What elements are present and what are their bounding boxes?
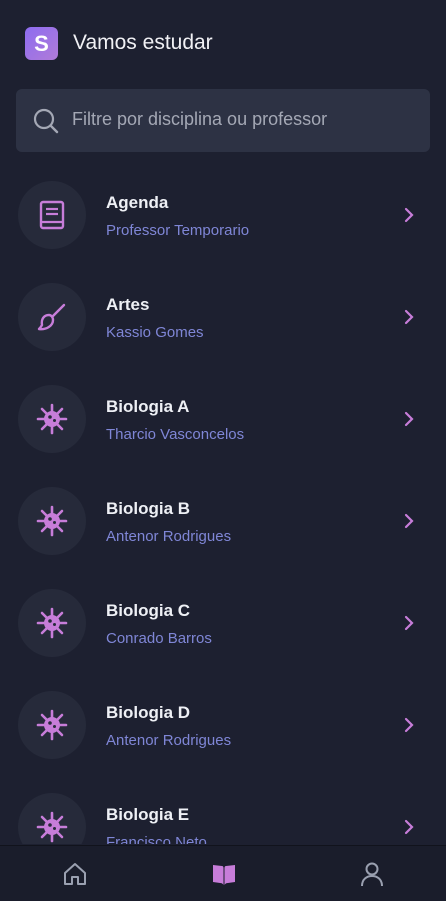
page-title: Vamos estudar <box>73 31 213 54</box>
tab-profile[interactable] <box>342 846 402 901</box>
list-item[interactable]: Biologia D Antenor Rodrigues <box>0 674 446 776</box>
subject-name: Artes <box>106 295 150 314</box>
teacher-name: Kassio Gomes <box>106 324 204 341</box>
bottom-tab-bar <box>0 845 446 901</box>
subject-icon-circle <box>18 793 86 844</box>
tab-subjects[interactable] <box>194 846 254 901</box>
subject-name: Biologia A <box>106 397 190 416</box>
subject-icon-circle <box>18 589 86 657</box>
teacher-name: Antenor Rodrigues <box>106 732 232 749</box>
list-item[interactable]: Biologia A Tharcio Vasconcelos <box>0 368 446 470</box>
subject-icon-circle <box>18 691 86 759</box>
chevron-right-icon <box>404 411 414 427</box>
search-placeholder: Filtre por disciplina ou professor <box>72 109 328 129</box>
subject-icon-circle <box>18 283 86 351</box>
tab-home[interactable] <box>45 846 105 901</box>
chevron-right-icon <box>404 513 414 529</box>
chevron-right-icon <box>404 309 414 325</box>
search-icon <box>33 108 59 134</box>
subject-name: Biologia B <box>106 499 191 518</box>
list-item[interactable]: Artes Kassio Gomes <box>0 266 446 368</box>
list-item[interactable]: Biologia E Francisco Neto <box>0 776 446 844</box>
subject-name: Biologia E <box>106 805 190 824</box>
virus-icon <box>36 811 68 843</box>
subject-icon-circle <box>18 487 86 555</box>
virus-icon <box>36 709 68 741</box>
teacher-name: Francisco Neto <box>106 834 207 844</box>
subject-icon-circle <box>18 181 86 249</box>
teacher-name: Tharcio Vasconcelos <box>106 426 245 443</box>
subject-list[interactable]: Agenda Professor Temporario Artes Kassio… <box>0 164 446 844</box>
paintbrush-icon <box>37 303 66 331</box>
book-icon <box>39 200 65 230</box>
list-item[interactable]: Agenda Professor Temporario <box>0 164 446 266</box>
virus-icon <box>36 505 68 537</box>
subject-icon-circle <box>18 385 86 453</box>
list-item[interactable]: Biologia B Antenor Rodrigues <box>0 470 446 572</box>
search-input[interactable]: Filtre por disciplina ou professor <box>16 89 430 152</box>
subject-name: Biologia C <box>106 601 191 620</box>
subject-name: Biologia D <box>106 703 191 722</box>
virus-icon <box>36 607 68 639</box>
app-header: S Vamos estudar <box>0 0 446 88</box>
teacher-name: Professor Temporario <box>106 222 250 239</box>
teacher-name: Antenor Rodrigues <box>106 528 232 545</box>
home-icon <box>64 863 86 885</box>
open-book-icon <box>213 865 235 885</box>
chevron-right-icon <box>404 717 414 733</box>
app-logo: S <box>25 27 58 60</box>
profile-icon <box>361 862 383 887</box>
chevron-right-icon <box>404 207 414 223</box>
subject-name: Agenda <box>106 193 169 212</box>
teacher-name: Conrado Barros <box>106 630 212 647</box>
chevron-right-icon <box>404 615 414 631</box>
chevron-right-icon <box>404 819 414 835</box>
virus-icon <box>36 403 68 435</box>
list-item[interactable]: Biologia C Conrado Barros <box>0 572 446 674</box>
